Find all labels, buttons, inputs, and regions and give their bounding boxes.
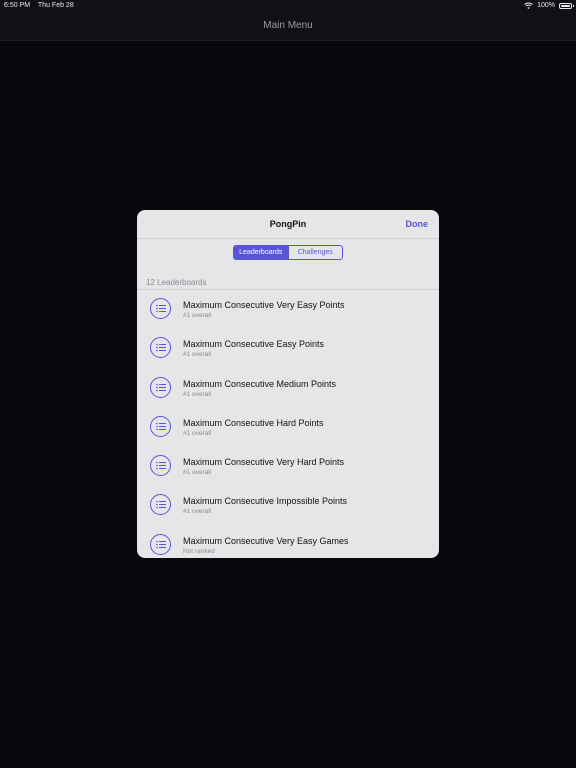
row-title: Maximum Consecutive Very Easy Points <box>183 300 345 310</box>
status-bar: 6:50 PM Thu Feb 28 100% <box>0 0 576 12</box>
list-icon <box>150 337 171 359</box>
segment-challenges[interactable]: Challenges <box>287 246 343 259</box>
row-title: Maximum Consecutive Impossible Points <box>183 496 348 507</box>
list-item[interactable]: Maximum Consecutive Very Easy Games Not … <box>137 526 439 558</box>
list-item[interactable]: Maximum Consecutive Very Hard Points #1 … <box>137 447 439 486</box>
row-subtitle: #1 overall <box>183 469 212 477</box>
sheet-title: PongPin <box>269 219 307 229</box>
row-subtitle: #1 overall <box>183 390 212 398</box>
battery-percent: 100% <box>537 2 555 9</box>
row-title: Maximum Consecutive Very Easy Games <box>183 535 349 546</box>
row-title: Maximum Consecutive Very Hard Points <box>183 457 345 468</box>
status-left: 6:50 PM Thu Feb 28 <box>4 2 80 9</box>
row-subtitle: #1 overall <box>183 508 212 516</box>
list-icon <box>150 533 171 555</box>
row-title: Maximum Consecutive Hard Points <box>183 417 324 428</box>
row-title: Maximum Consecutive Medium Points <box>183 378 337 389</box>
row-title: Maximum Consecutive Easy Points <box>183 339 325 350</box>
list-item[interactable]: Maximum Consecutive Impossible Points #1… <box>137 486 439 525</box>
leaderboard-list: Maximum Consecutive Very Easy Points #1 … <box>137 290 439 558</box>
battery-fill <box>561 4 570 7</box>
nav-bar: Main Menu <box>0 12 576 41</box>
list-item[interactable]: Maximum Consecutive Hard Points #1 overa… <box>137 408 439 447</box>
list-icon <box>150 494 171 516</box>
list-item[interactable]: Maximum Consecutive Medium Points #1 ove… <box>137 369 439 408</box>
sheet-header: PongPin Done <box>137 210 439 239</box>
done-button[interactable]: Done <box>406 219 429 229</box>
status-right: 100% <box>524 2 574 9</box>
leaderboards-count: 12 Leaderboards <box>146 278 207 287</box>
segment-leaderboards[interactable]: Leaderboards <box>234 246 288 259</box>
row-subtitle: Not ranked <box>183 547 215 555</box>
list-icon <box>150 455 171 477</box>
row-subtitle: #1 overall <box>183 429 212 437</box>
leaderboards-sheet: PongPin Done Leaderboards Challenges 12 … <box>137 210 439 558</box>
row-subtitle: #1 overall <box>183 351 212 359</box>
list-item[interactable]: Maximum Consecutive Very Easy Points #1 … <box>137 290 439 329</box>
status-time: 6:50 PM <box>4 2 31 9</box>
list-icon <box>150 415 171 437</box>
wifi-icon <box>524 2 533 9</box>
list-item[interactable]: Maximum Consecutive Easy Points #1 overa… <box>137 329 439 368</box>
list-icon <box>150 298 171 319</box>
battery-icon <box>559 2 574 9</box>
list-icon <box>150 376 171 398</box>
status-date: Thu Feb 28 <box>37 2 74 9</box>
nav-title: Main Menu <box>263 20 313 31</box>
row-subtitle: #1 overall <box>183 312 212 319</box>
segmented-control: Leaderboards Challenges <box>233 245 343 260</box>
